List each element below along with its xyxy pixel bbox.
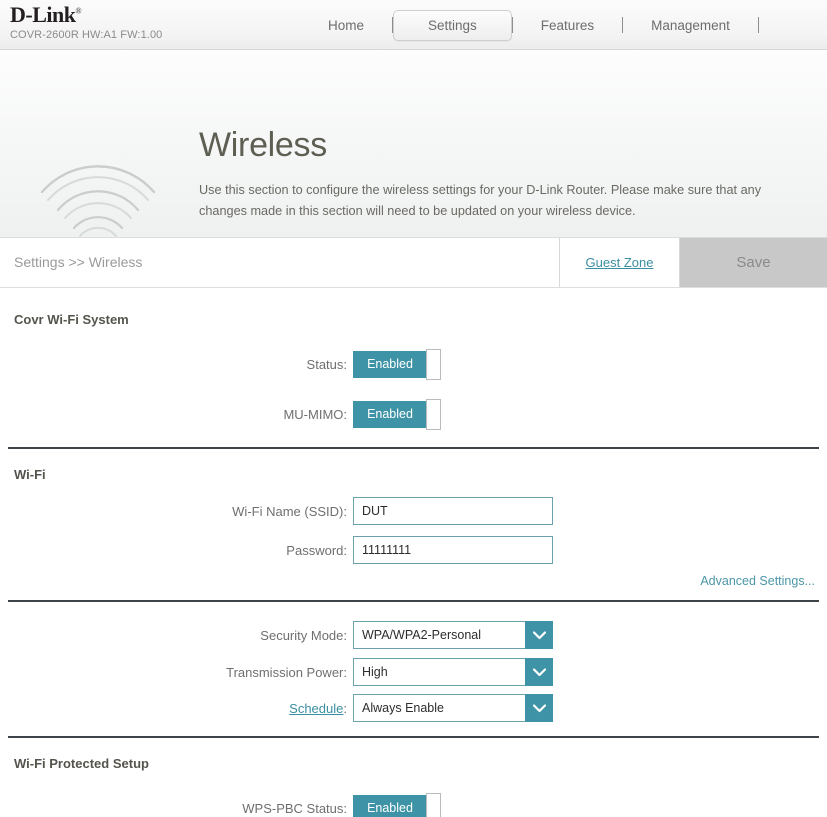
schedule-label-suffix: : [343,700,347,716]
chevron-down-icon [525,621,553,649]
label-wifi-password: Password: [286,542,347,558]
schedule-link[interactable]: Schedule [289,701,343,716]
label-security-mode: Security Mode: [260,627,347,643]
breadcrumb: Settings >> Wireless [14,254,143,270]
label-wifi-ssid: Wi-Fi Name (SSID): [232,503,347,519]
advanced-settings-link[interactable]: Advanced Settings... [0,568,827,594]
toggle-covr-mumimo[interactable]: Enabled [353,398,441,430]
label-covr-status: Status: [306,356,347,372]
row-wifi-password: Password: [0,532,827,568]
main-nav: Home Settings Features Management [300,0,759,50]
section-title-wps: Wi-Fi Protected Setup [14,756,149,771]
toggle-covr-status-track: Enabled [353,350,427,378]
nav-item-settings[interactable]: Settings [393,9,512,41]
row-wps-pbc: WPS-PBC Status: Enabled [0,783,827,817]
toggle-covr-mumimo-track: Enabled [353,400,427,428]
security-mode-value: WPA/WPA2-Personal [353,621,525,649]
page-title: Wireless [199,126,327,164]
nav-item-management[interactable]: Management [623,18,758,33]
brand-block: D-Link® COVR-2600R HW:A1 FW:1.00 [10,2,163,42]
schedule-value: Always Enable [353,694,525,722]
chevron-down-icon [525,694,553,722]
label-wps-pbc: WPS-PBC Status: [242,800,347,816]
label-covr-mumimo: MU-MIMO: [283,406,347,422]
section-title-wifi: Wi-Fi [14,467,46,482]
dlink-logo-text: D-Link [10,2,76,27]
nav-separator [757,17,759,33]
toggle-covr-mumimo-knob [426,398,441,430]
row-security-mode: Security Mode: WPA/WPA2-Personal [0,616,827,654]
settings-content: Covr Wi-Fi System Status: Enabled MU-MIM… [0,288,827,817]
label-schedule: Schedule: [0,701,353,716]
nav-item-home[interactable]: Home [300,18,392,33]
top-navigation-bar: D-Link® COVR-2600R HW:A1 FW:1.00 Home Se… [0,0,827,50]
security-mode-select[interactable]: WPA/WPA2-Personal [353,621,553,649]
wifi-password-input[interactable] [353,536,553,564]
label-transmission-power: Transmission Power: [226,664,347,680]
dlink-logo[interactable]: D-Link® [10,2,82,27]
toggle-wps-pbc-knob [426,792,441,817]
page-actions: Guest Zone Save [559,238,827,288]
nav-item-features[interactable]: Features [513,18,622,33]
guest-zone-button[interactable]: Guest Zone [559,238,680,287]
breadcrumb-bar: Settings >> Wireless Guest Zone Save [0,238,827,288]
page-description: Use this section to configure the wirele… [199,183,762,218]
section-divider [8,600,819,602]
device-model-label: COVR-2600R HW:A1 FW:1.00 [10,29,163,41]
toggle-wps-pbc[interactable]: Enabled [353,792,441,817]
row-transmission-power: Transmission Power: High [0,654,827,690]
row-wifi-ssid: Wi-Fi Name (SSID): [0,490,827,532]
section-title-covr: Covr Wi-Fi System [14,312,129,327]
toggle-wps-pbc-track: Enabled [353,794,427,817]
registered-mark: ® [75,6,82,16]
row-schedule: Schedule: Always Enable [0,690,827,726]
transmission-power-value: High [353,658,525,686]
save-button[interactable]: Save [680,238,827,287]
wifi-ssid-input[interactable] [353,497,553,525]
schedule-select[interactable]: Always Enable [353,694,553,722]
page-hero: Wireless Use this section to configure t… [0,50,827,238]
toggle-covr-status-knob [426,348,441,380]
chevron-down-icon [525,658,553,686]
row-covr-status: Status: Enabled [0,339,827,389]
row-covr-mumimo: MU-MIMO: Enabled [0,389,827,439]
transmission-power-select[interactable]: High [353,658,553,686]
toggle-covr-status[interactable]: Enabled [353,348,441,380]
wifi-signal-icon [38,158,158,237]
